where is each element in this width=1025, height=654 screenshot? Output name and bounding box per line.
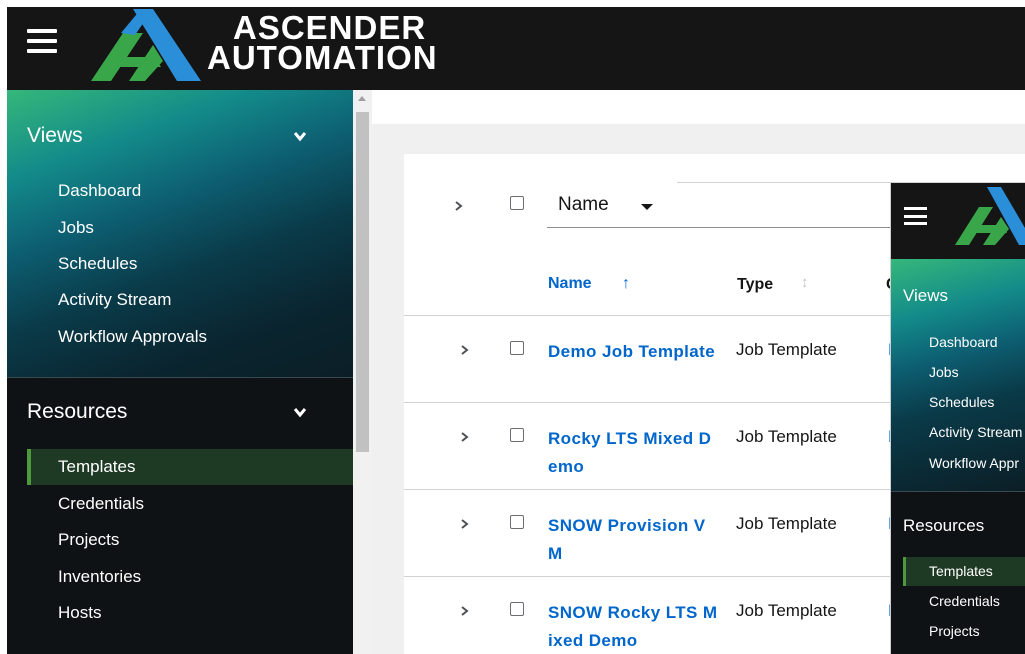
filter-select[interactable]: Name xyxy=(547,182,677,228)
inset-item-workflow-approvals[interactable]: Workflow Appr xyxy=(929,455,1019,471)
hamburger-icon[interactable] xyxy=(27,29,57,53)
inset-item-activity-stream[interactable]: Activity Stream xyxy=(929,424,1022,440)
chevron-right-icon[interactable] xyxy=(454,201,464,211)
chevron-right-icon[interactable] xyxy=(460,345,470,355)
chevron-right-icon[interactable] xyxy=(460,432,470,442)
template-name-link[interactable]: SNOW Rocky LTS Mixed Demo xyxy=(548,599,718,654)
sidebar-item-hosts[interactable]: Hosts xyxy=(58,603,101,623)
sidebar-item-dashboard[interactable]: Dashboard xyxy=(58,181,141,201)
sidebar-item-templates[interactable]: Templates xyxy=(58,457,135,477)
sidebar-item-projects[interactable]: Projects xyxy=(58,530,119,550)
column-header-name[interactable]: Name xyxy=(548,275,592,293)
inset-item-projects[interactable]: Projects xyxy=(929,623,980,639)
inset-item-templates[interactable]: Templates xyxy=(929,563,993,579)
hamburger-icon[interactable] xyxy=(904,207,927,225)
sidebar-item-credentials[interactable]: Credentials xyxy=(58,494,144,514)
sidebar-section-views[interactable]: Views xyxy=(27,124,83,148)
inset-section-resources[interactable]: Resources xyxy=(903,516,984,536)
template-name-link[interactable]: Rocky LTS Mixed Demo xyxy=(548,425,718,481)
scrollbar-thumb[interactable] xyxy=(356,112,369,452)
column-header-type[interactable]: Type xyxy=(737,276,773,294)
inset-section-views[interactable]: Views xyxy=(903,286,948,306)
chevron-right-icon[interactable] xyxy=(460,519,470,529)
inset-masthead xyxy=(891,183,1025,259)
brand-wordmark: ASCENDER AUTOMATION xyxy=(207,11,438,76)
sort-up-icon[interactable]: ↑ xyxy=(622,275,630,293)
caret-down-icon xyxy=(641,204,653,210)
sidebar-item-activity-stream[interactable]: Activity Stream xyxy=(58,290,171,310)
row-checkbox[interactable] xyxy=(510,515,524,529)
sort-icon[interactable]: ↕ xyxy=(801,274,809,291)
sidebar-item-schedules[interactable]: Schedules xyxy=(58,254,137,274)
row-checkbox[interactable] xyxy=(510,341,524,355)
template-name-link[interactable]: SNOW Provision VM xyxy=(548,512,718,568)
inset-item-jobs[interactable]: Jobs xyxy=(929,364,959,380)
app-window: ASCENDER AUTOMATION Views Dashboard Jobs… xyxy=(7,7,1025,654)
sidebar: Views Dashboard Jobs Schedules Activity … xyxy=(7,90,353,654)
scroll-up-icon[interactable] xyxy=(358,96,366,101)
sidebar-section-resources[interactable]: Resources xyxy=(27,400,127,424)
filter-select-label: Name xyxy=(558,194,609,215)
template-type: Job Template xyxy=(736,601,837,620)
inset-item-credentials[interactable]: Credentials xyxy=(929,593,1000,609)
select-all-checkbox[interactable] xyxy=(510,196,524,210)
sidebar-scrollbar[interactable] xyxy=(353,90,372,654)
ascender-logo-icon xyxy=(955,187,1025,245)
template-type: Job Template xyxy=(736,340,837,359)
template-type: Job Template xyxy=(736,427,837,446)
inset-item-dashboard[interactable]: Dashboard xyxy=(929,334,998,350)
template-type: Job Template xyxy=(736,514,837,533)
template-name-link[interactable]: Demo Job Template xyxy=(548,338,718,366)
chevron-right-icon[interactable] xyxy=(460,606,470,616)
chevron-down-icon[interactable] xyxy=(293,129,307,143)
ascender-logo-icon xyxy=(91,9,201,81)
brand-line2: AUTOMATION xyxy=(207,39,438,76)
sidebar-divider xyxy=(7,377,353,378)
inset-item-schedules[interactable]: Schedules xyxy=(929,394,994,410)
row-checkbox[interactable] xyxy=(510,428,524,442)
chevron-down-icon[interactable] xyxy=(293,405,307,419)
sidebar-item-inventories[interactable]: Inventories xyxy=(58,567,141,587)
page-header-bar xyxy=(372,90,1025,124)
masthead: ASCENDER AUTOMATION xyxy=(7,7,1025,90)
sidebar-item-jobs[interactable]: Jobs xyxy=(58,218,94,238)
sidebar-item-workflow-approvals[interactable]: Workflow Approvals xyxy=(58,327,207,347)
inset-divider xyxy=(891,491,1025,492)
row-checkbox[interactable] xyxy=(510,602,524,616)
inset-sidebar-screenshot: Views Dashboard Jobs Schedules Activity … xyxy=(891,183,1025,654)
